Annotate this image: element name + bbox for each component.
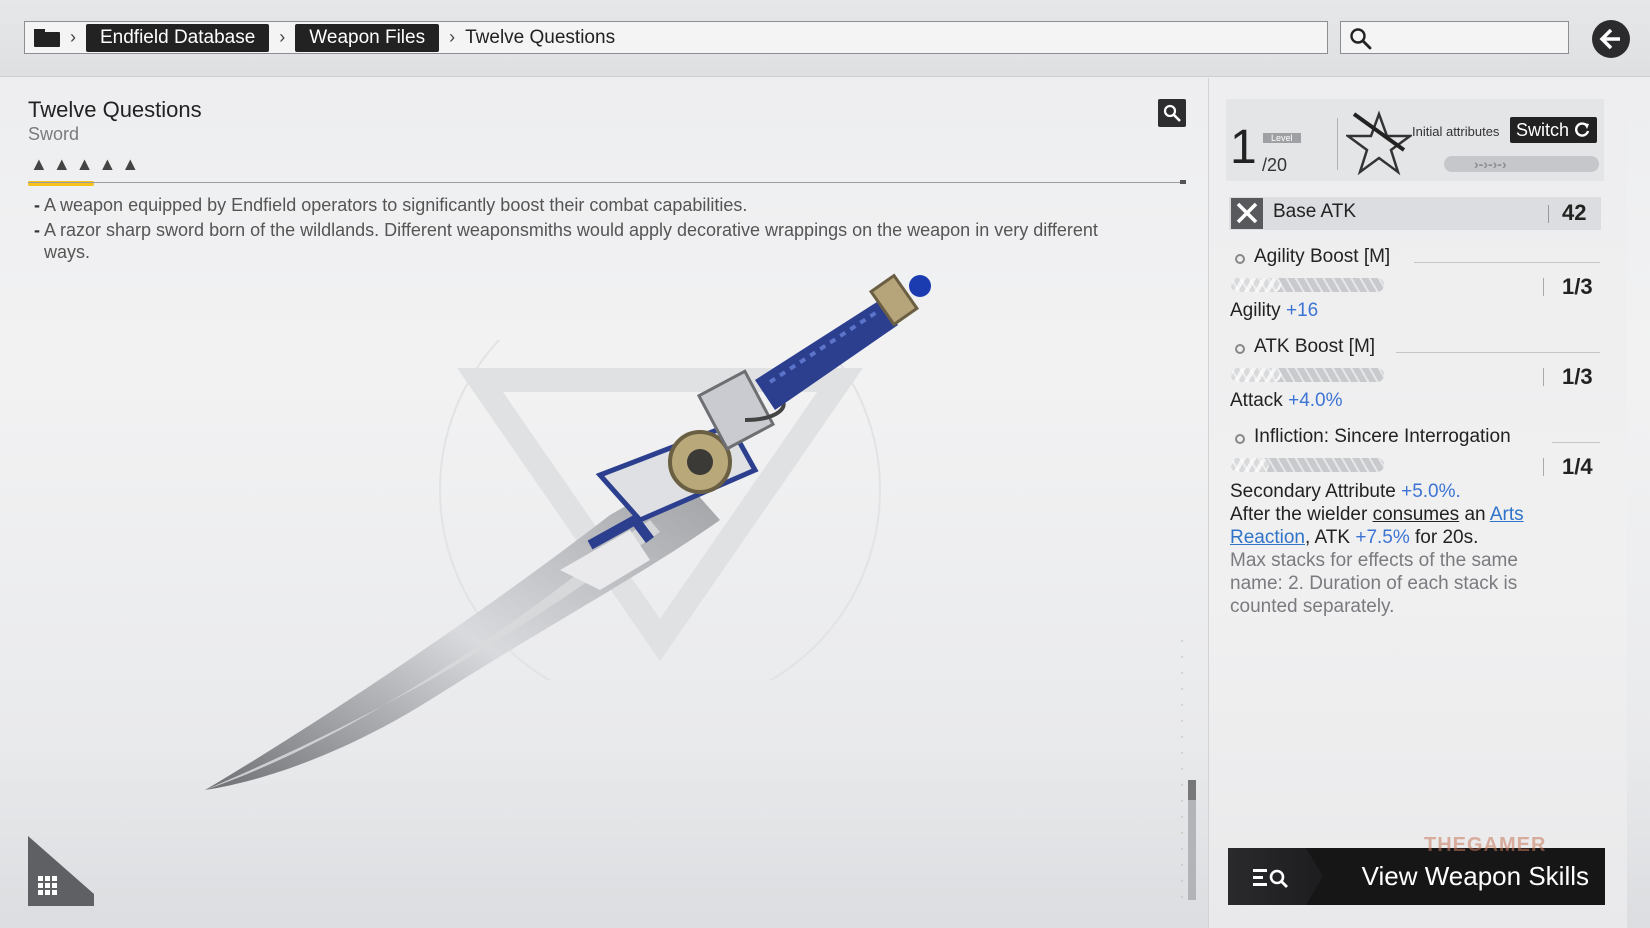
effect-label: Attack — [1230, 390, 1283, 411]
bullet-icon — [1235, 434, 1245, 444]
breadcrumb-item-endfield-database[interactable]: Endfield Database — [86, 23, 270, 52]
crossed-swords-icon — [1236, 202, 1258, 224]
progress-ticks — [1231, 368, 1384, 382]
star-icon: ▲ — [98, 154, 117, 174]
initial-attributes-label: Initial attributes — [1412, 124, 1500, 139]
base-atk-value: 42 — [1562, 200, 1587, 225]
refresh-icon — [1575, 122, 1590, 137]
weapon-image — [205, 273, 931, 790]
weapon-type: Sword — [28, 124, 80, 144]
skill-rule — [1396, 352, 1600, 353]
effect-text: After the wielder — [1230, 504, 1373, 525]
vertical-decoration — [1181, 640, 1196, 900]
breadcrumb: › Endfield Database › Weapon Files › Twe… — [24, 21, 1328, 54]
menu-grid-button[interactable] — [24, 836, 94, 906]
level-max: /20 — [1262, 155, 1288, 175]
value-separator — [1543, 278, 1544, 296]
breakthrough-stage-bar: ›-›-›-› — [1444, 156, 1599, 172]
skill-effect: Attack +4.0% — [1230, 390, 1343, 412]
star-icon: ▲ — [30, 154, 48, 174]
effect-text: for 20s. — [1409, 527, 1479, 548]
pentagram-icon — [1346, 110, 1412, 176]
value-separator — [1548, 205, 1549, 223]
divider — [28, 182, 1186, 183]
skill-effect-text: Secondary Attribute +5.0%. After the wie… — [1230, 480, 1570, 618]
list-search-icon — [1253, 869, 1288, 888]
chevron-right-icon: › — [449, 27, 456, 47]
folder-icon[interactable] — [34, 28, 60, 47]
skill-progress-bar — [1231, 278, 1384, 292]
weapon-name: Twelve Questions — [28, 97, 202, 122]
switch-button[interactable]: Switch — [1510, 117, 1598, 143]
effect-value: +7.5% — [1355, 527, 1410, 548]
grid-icon — [38, 876, 57, 895]
divider-end — [1180, 180, 1186, 184]
skill-effect-line: After the wielder consumes an Arts React… — [1230, 503, 1570, 549]
bullet-icon — [1235, 254, 1245, 264]
skill-name: Infliction: Sincere Interrogation — [1254, 426, 1511, 447]
description-line: A weapon equipped by Endfield operators … — [34, 194, 1134, 216]
zoom-button[interactable] — [1158, 99, 1186, 127]
skill-effect: Agility +16 — [1230, 300, 1318, 322]
back-button[interactable] — [1592, 20, 1630, 58]
skill-note: Max stacks for effects of the same name:… — [1230, 550, 1518, 617]
view-weapon-skills-label: View Weapon Skills — [1361, 861, 1589, 891]
skill-progress-bar — [1231, 458, 1384, 472]
effect-text: an — [1459, 504, 1490, 525]
base-atk-label: Base ATK — [1273, 201, 1357, 222]
star-icon: ▲ — [75, 154, 94, 174]
value-separator — [1543, 458, 1544, 476]
consumes-term[interactable]: consumes — [1373, 504, 1460, 525]
progress-ticks — [1231, 278, 1384, 292]
chevron-right-icon: › — [279, 27, 286, 47]
top-bar: › Endfield Database › Weapon Files › Twe… — [0, 0, 1650, 77]
star-icon: ▲ — [52, 154, 71, 174]
arrow-left-icon — [1599, 28, 1620, 50]
description-line: A razor sharp sword born of the wildland… — [34, 219, 1134, 263]
effect-label: Secondary Attribute — [1230, 481, 1396, 502]
skill-count: 1/4 — [1562, 454, 1593, 479]
breadcrumb-current: Twelve Questions — [465, 26, 616, 48]
effect-value: +16 — [1285, 300, 1319, 321]
skill-progress-bar — [1231, 368, 1384, 382]
rarity-stars: ▲ ▲ ▲ ▲ ▲ — [30, 155, 139, 173]
skill-rule — [1414, 262, 1600, 263]
skill-name: ATK Boost [M] — [1254, 336, 1376, 357]
breadcrumb-item-weapon-files[interactable]: Weapon Files — [295, 23, 440, 52]
star-icon: ▲ — [121, 154, 140, 174]
skill-count: 1/3 — [1562, 274, 1593, 299]
chevron-right-icon: › — [70, 27, 76, 47]
skill-effect-line: Secondary Attribute +5.0%. — [1230, 480, 1570, 503]
effect-value: +4.0% — [1288, 390, 1343, 411]
header-divider — [1337, 118, 1338, 170]
skills-icon-box — [1228, 848, 1323, 905]
view-weapon-skills-button[interactable]: View Weapon Skills — [1228, 848, 1605, 905]
watermark: THEGAMER — [1424, 834, 1547, 856]
skill-name: Agility Boost [M] — [1254, 246, 1391, 267]
skill-count: 1/3 — [1562, 364, 1593, 389]
effect-text: , ATK — [1305, 527, 1356, 548]
value-separator — [1543, 368, 1544, 386]
level-tag: Level — [1263, 133, 1301, 143]
chevron-icon: ›-›-›-› — [1474, 156, 1507, 172]
skill-rule — [1552, 442, 1600, 443]
progress-ticks — [1231, 458, 1384, 472]
switch-label: Switch — [1516, 119, 1570, 140]
bullet-icon — [1235, 344, 1245, 354]
effect-label: Agility — [1230, 300, 1281, 321]
base-atk-icon — [1231, 198, 1263, 229]
search-icon — [1350, 28, 1372, 50]
magnifier-icon — [1163, 104, 1181, 122]
search-input[interactable] — [1340, 21, 1569, 54]
level-current: 1 — [1230, 121, 1257, 174]
effect-value: +5.0%. — [1401, 481, 1461, 502]
weapon-description: A weapon equipped by Endfield operators … — [34, 194, 1134, 266]
